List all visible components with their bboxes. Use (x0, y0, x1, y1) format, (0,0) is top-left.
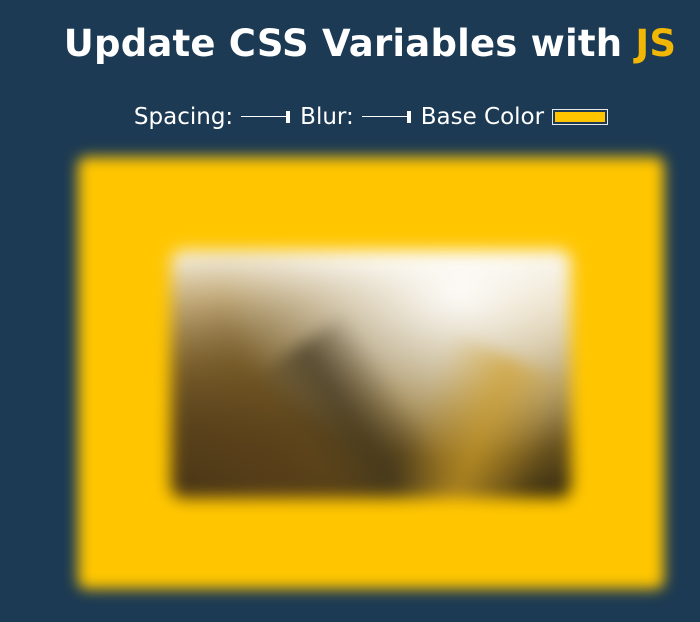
variable-controls: Spacing: Blur: Base Color (0, 101, 700, 133)
blur-slider-thumb[interactable] (406, 111, 411, 123)
blur-slider-track (361, 116, 407, 117)
css-variables-page: Update CSS Variables with JS Spacing: Bl… (0, 0, 700, 622)
landscape-image (171, 250, 571, 498)
page-title-accent: JS (635, 22, 677, 65)
base-color-picker[interactable] (552, 109, 609, 125)
blur-slider[interactable] (361, 110, 411, 124)
page-title: Update CSS Variables with JS (0, 18, 700, 70)
page-title-prefix: Update CSS Variables with (63, 22, 636, 65)
spacing-slider-track (241, 116, 287, 117)
base-color-label: Base Color (420, 104, 545, 130)
blur-label: Blur: (300, 104, 354, 130)
spacing-slider[interactable] (241, 110, 291, 124)
base-color-swatch (555, 112, 606, 122)
spacing-slider-thumb[interactable] (286, 111, 291, 123)
spacing-label: Spacing: (133, 104, 234, 130)
